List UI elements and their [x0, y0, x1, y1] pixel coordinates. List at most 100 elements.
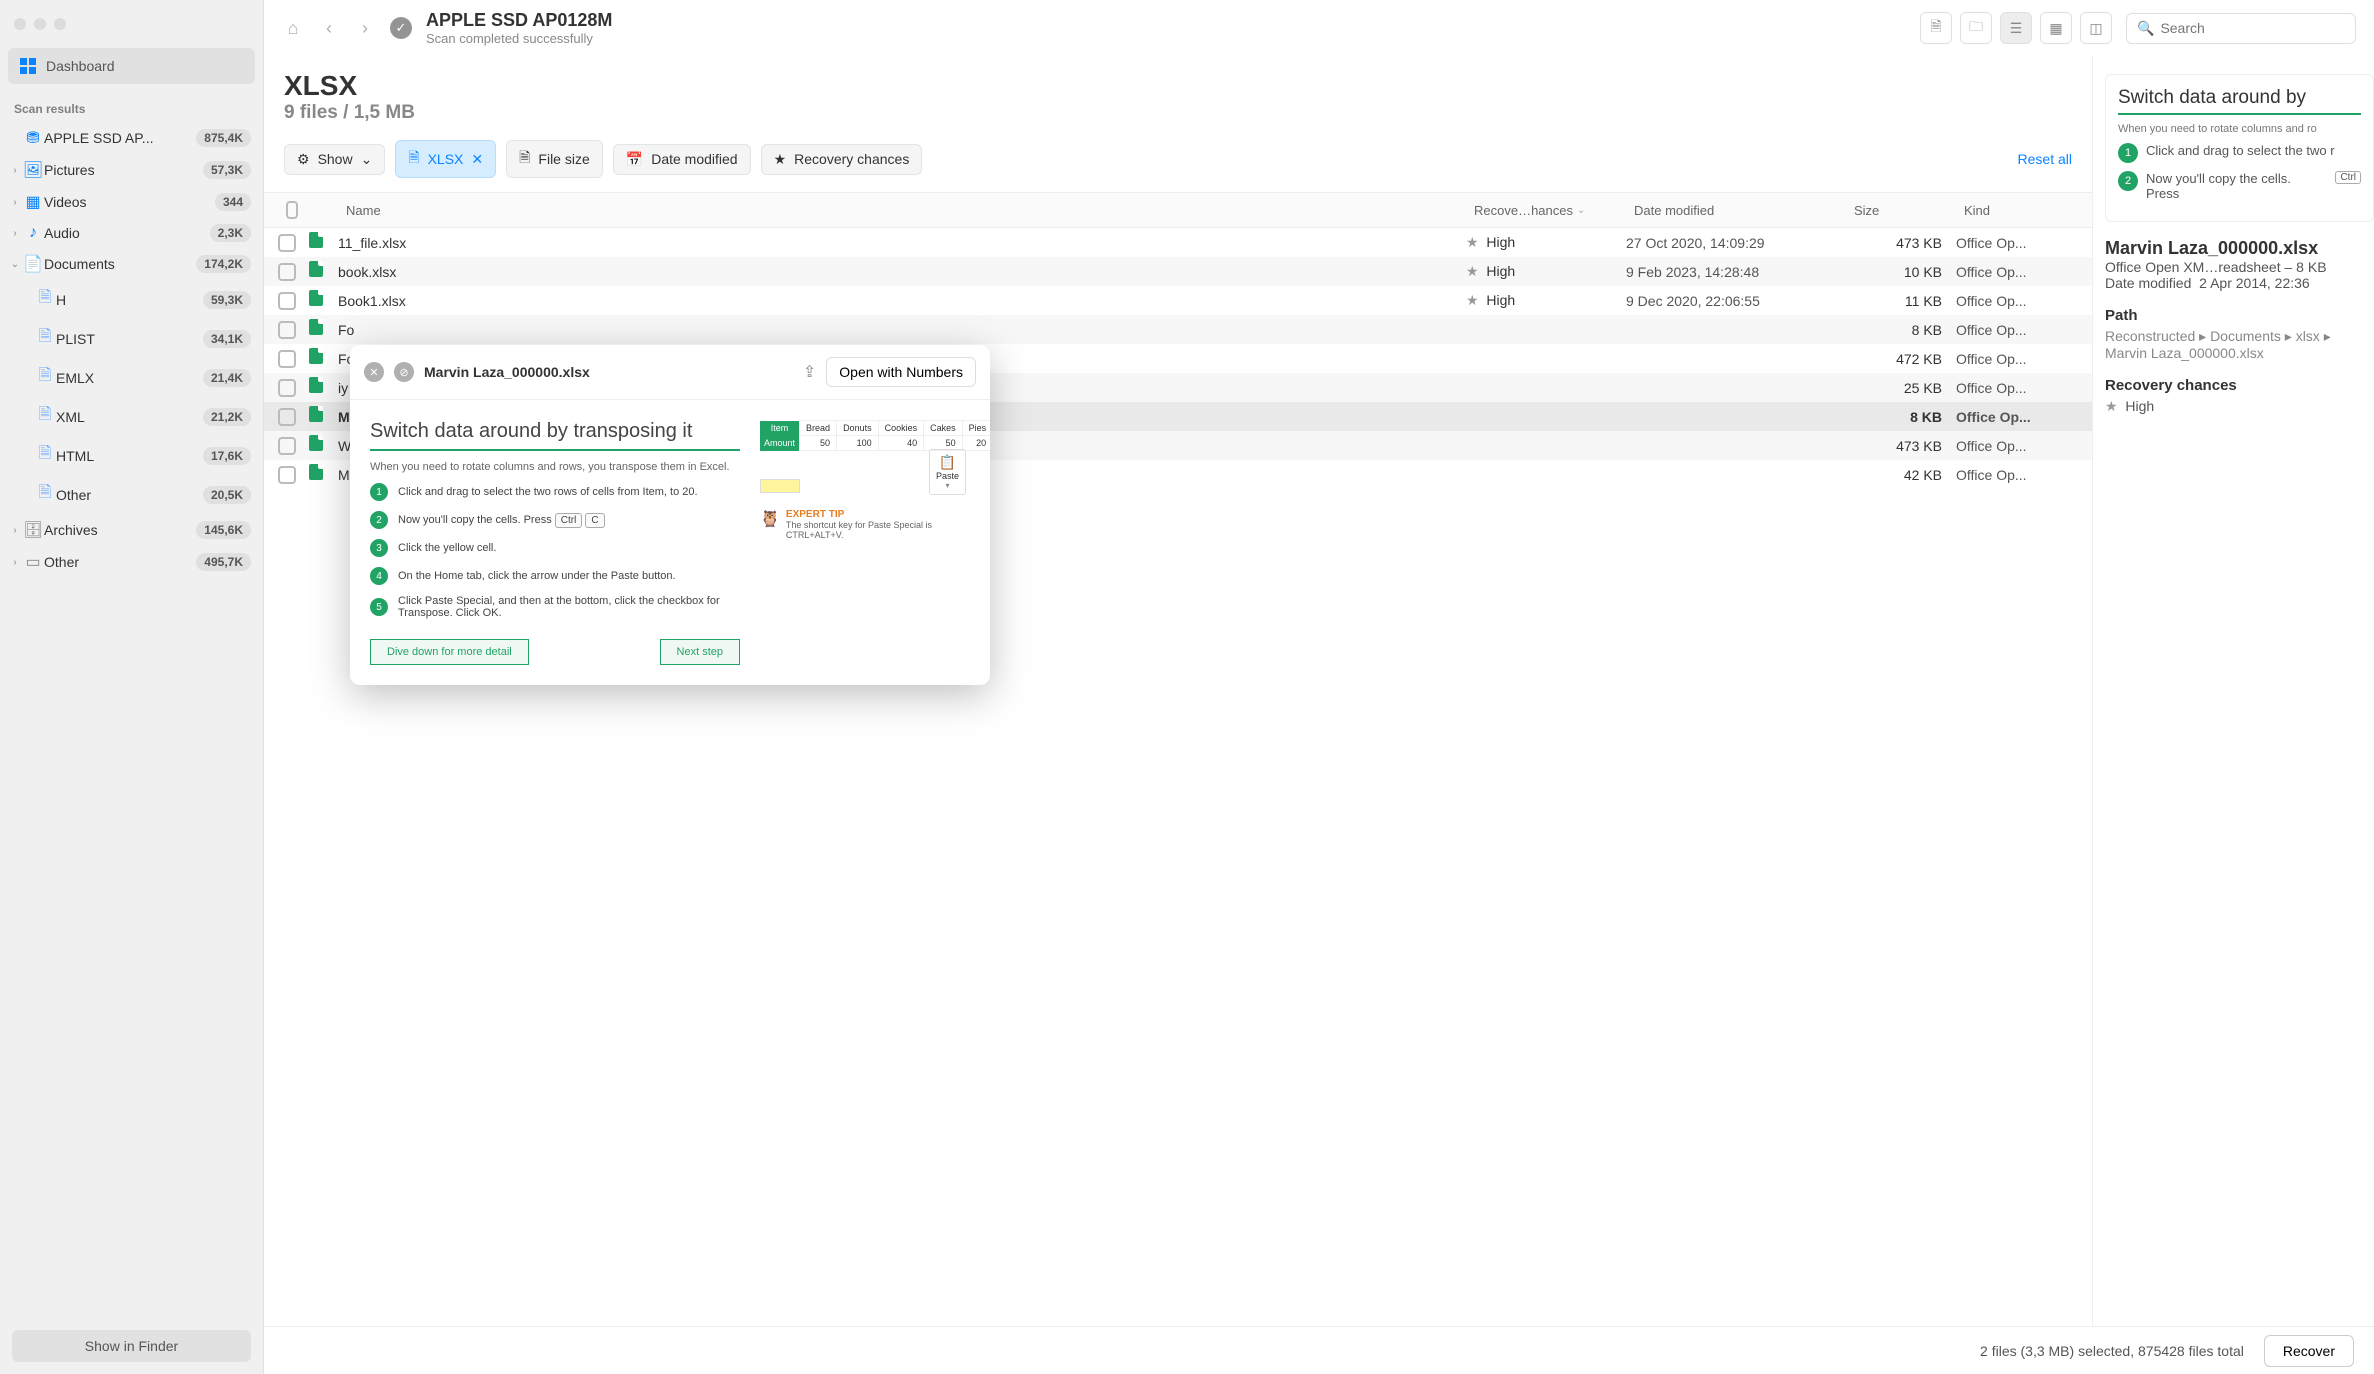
xlsx-filter-label: XLSX: [428, 151, 464, 167]
expert-tip-title: EXPERT TIP: [786, 509, 844, 520]
column-kind[interactable]: Kind: [1956, 193, 2086, 227]
show-filter-button[interactable]: ⚙ Show ⌄: [284, 144, 385, 175]
window-controls: [0, 0, 263, 48]
sidebar-item-doc-html[interactable]: 🗎 HTML 17,6K: [4, 436, 259, 475]
sidebar-item-label: HTML: [56, 448, 203, 464]
chances-filter-label: Recovery chances: [794, 151, 909, 167]
chevron-right-icon[interactable]: ›: [8, 557, 22, 568]
sidebar-item-dashboard[interactable]: Dashboard: [8, 48, 255, 84]
header-title-block: APPLE SSD AP0128M Scan completed success…: [426, 10, 1906, 46]
chevron-right-icon[interactable]: ›: [8, 197, 22, 208]
sidebar-item-doc-xml[interactable]: 🗎 XML 21,2K: [4, 397, 259, 436]
view-doc-button[interactable]: 🗎: [1920, 12, 1952, 44]
home-icon[interactable]: ⌂: [282, 17, 304, 39]
close-window-icon[interactable]: [14, 18, 26, 30]
sidebar-item-badge: 21,2K: [203, 408, 251, 426]
file-name: 11_file.xlsx: [338, 235, 1466, 251]
sidebar-item-badge: 174,2K: [196, 255, 251, 273]
sidebar-item-documents[interactable]: ⌄ 📄 Documents 174,2K: [4, 248, 259, 280]
view-folder-button[interactable]: 🗀: [1960, 12, 1992, 44]
owl-icon: 🦉: [760, 509, 780, 540]
dive-down-button[interactable]: Dive down for more detail: [370, 639, 529, 665]
popover-step-5: Click Paste Special, and then at the bot…: [398, 595, 740, 619]
sidebar-item-badge: 59,3K: [203, 291, 251, 309]
sidebar-item-doc-plist[interactable]: 🗎 PLIST 34,1K: [4, 319, 259, 358]
file-date: 9 Feb 2023, 14:28:48: [1626, 264, 1846, 280]
back-icon[interactable]: ‹: [318, 17, 340, 39]
star-icon: ★: [1466, 234, 1479, 250]
chevron-down-icon[interactable]: ⌄: [8, 259, 22, 270]
open-with-button[interactable]: Open with Numbers: [826, 357, 976, 387]
column-date[interactable]: Date modified: [1626, 193, 1846, 227]
minimize-window-icon[interactable]: [34, 18, 46, 30]
popover-step-3: Click the yellow cell.: [398, 542, 496, 554]
row-checkbox[interactable]: [278, 234, 296, 252]
file-kind: Office Op...: [1956, 380, 2086, 396]
deny-icon[interactable]: ⊘: [394, 362, 414, 382]
sheet-header: Item: [760, 421, 800, 436]
select-all-checkbox[interactable]: [286, 201, 298, 219]
chevron-right-icon[interactable]: ›: [8, 165, 22, 176]
sidebar-item-doc-h[interactable]: 🗎 H 59,3K: [4, 280, 259, 319]
share-icon[interactable]: ⇪: [803, 362, 816, 382]
close-icon[interactable]: ✕: [471, 151, 483, 168]
sidebar-item-videos[interactable]: › ▦ Videos 344: [4, 186, 259, 218]
view-split-button[interactable]: ◫: [2080, 12, 2112, 44]
file-size: 473 KB: [1846, 438, 1956, 454]
preview-thumbnail[interactable]: Switch data around by When you need to r…: [2105, 74, 2374, 222]
chevron-right-icon[interactable]: ›: [8, 228, 22, 239]
date-filter-button[interactable]: 📅 Date modified: [613, 144, 751, 175]
recover-button[interactable]: Recover: [2264, 1335, 2354, 1367]
sidebar-item-archives[interactable]: › 🗄 Archives 145,6K: [4, 514, 259, 546]
row-checkbox[interactable]: [278, 437, 296, 455]
sidebar-item-label: H: [56, 292, 203, 308]
chevron-right-icon[interactable]: ›: [8, 525, 22, 536]
sidebar-item-drive[interactable]: ⛃ APPLE SSD AP... 875,4K: [4, 122, 259, 154]
row-checkbox[interactable]: [278, 408, 296, 426]
sidebar-item-label: Other: [56, 487, 203, 503]
view-list-button[interactable]: ☰: [2000, 12, 2032, 44]
search-box[interactable]: 🔍: [2126, 13, 2356, 44]
sidebar-item-badge: 21,4K: [203, 369, 251, 387]
reset-all-link[interactable]: Reset all: [2018, 151, 2072, 167]
forward-icon[interactable]: ›: [354, 17, 376, 39]
row-checkbox[interactable]: [278, 292, 296, 310]
row-checkbox[interactable]: [278, 263, 296, 281]
star-icon: ★: [1466, 292, 1479, 308]
column-name[interactable]: Name: [338, 193, 1466, 227]
close-icon[interactable]: ✕: [364, 362, 384, 382]
sidebar-item-doc-other[interactable]: 🗎 Other 20,5K: [4, 475, 259, 514]
quicklook-popover: ✕ ⊘ Marvin Laza_000000.xlsx ⇪ Open with …: [350, 345, 990, 685]
search-icon: 🔍: [2137, 20, 2154, 37]
row-checkbox[interactable]: [278, 466, 296, 484]
table-row[interactable]: Book1.xlsx★ High9 Dec 2020, 22:06:5511 K…: [264, 286, 2092, 315]
sidebar-item-audio[interactable]: › ♪ Audio 2,3K: [4, 218, 259, 248]
sidebar-section-title: Scan results: [0, 96, 263, 122]
view-grid-button[interactable]: ▦: [2040, 12, 2072, 44]
file-icon: 🗎: [34, 403, 56, 430]
sidebar-item-doc-emlx[interactable]: 🗎 EMLX 21,4K: [4, 358, 259, 397]
chances-filter-button[interactable]: ★ Recovery chances: [761, 144, 923, 175]
show-in-finder-button[interactable]: Show in Finder: [12, 1330, 251, 1362]
search-input[interactable]: [2160, 20, 2345, 36]
sidebar-item-other[interactable]: › ▭ Other 495,7K: [4, 546, 259, 578]
calendar-icon: 📅: [626, 151, 643, 168]
row-checkbox[interactable]: [278, 379, 296, 397]
row-checkbox[interactable]: [278, 321, 296, 339]
column-size[interactable]: Size: [1846, 193, 1956, 227]
next-step-button[interactable]: Next step: [660, 639, 740, 665]
sidebar-item-pictures[interactable]: › 🖼 Pictures 57,3K: [4, 154, 259, 186]
status-bar: 2 files (3,3 MB) selected, 875428 files …: [264, 1326, 2374, 1374]
xlsx-filter-chip[interactable]: 🗎 XLSX ✕: [395, 140, 496, 178]
preview-path-value: Reconstructed ▸ Documents ▸ xlsx ▸ Marvi…: [2105, 328, 2374, 361]
table-row[interactable]: 11_file.xlsx★ High27 Oct 2020, 14:09:294…: [264, 228, 2092, 257]
size-filter-button[interactable]: 🗎 File size: [506, 140, 603, 178]
sheet-table: Item Bread Donuts Cookies Cakes Pies Amo…: [760, 420, 990, 451]
row-checkbox[interactable]: [278, 350, 296, 368]
table-row[interactable]: book.xlsx★ High9 Feb 2023, 14:28:4810 KB…: [264, 257, 2092, 286]
column-recovery[interactable]: Recove…hances⌄: [1466, 193, 1626, 227]
pictures-icon: 🖼: [22, 160, 44, 180]
sidebar-dashboard-label: Dashboard: [46, 58, 115, 74]
zoom-window-icon[interactable]: [54, 18, 66, 30]
table-row[interactable]: Fo8 KBOffice Op...: [264, 315, 2092, 344]
